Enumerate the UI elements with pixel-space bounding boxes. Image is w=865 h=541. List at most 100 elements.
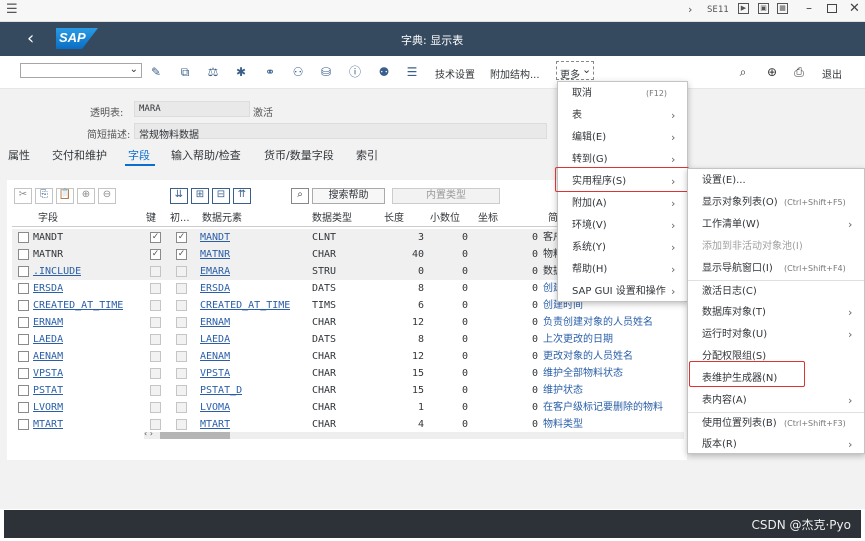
chevron-down-icon[interactable]: ⌄ <box>130 64 138 75</box>
initial-checkbox[interactable] <box>176 385 187 396</box>
row-select[interactable] <box>18 385 29 396</box>
menu-item[interactable]: 帮助(H) › <box>558 259 687 281</box>
key-checkbox[interactable] <box>150 402 161 413</box>
menu-item[interactable]: SAP GUI 设置和操作 › <box>558 281 687 303</box>
column-header-data-element[interactable]: 数据元素 <box>202 210 242 227</box>
menu-item[interactable]: 表 › <box>558 105 687 127</box>
tab-delivery[interactable]: 交付和维护 <box>52 147 107 163</box>
initial-checkbox[interactable] <box>176 368 187 379</box>
key-checkbox[interactable] <box>150 266 161 277</box>
tab-attributes[interactable]: 属性 <box>8 147 30 163</box>
column-header-data-type[interactable]: 数据类型 <box>312 210 352 227</box>
row-select[interactable] <box>18 351 29 362</box>
row-select[interactable] <box>18 402 29 413</box>
command-field[interactable]: ⌄ <box>20 63 142 78</box>
copy-icon[interactable]: ⎘ <box>35 188 53 204</box>
menu-item[interactable]: 环境(V) › <box>558 215 687 237</box>
horizontal-scrollbar[interactable]: ‹ › <box>144 429 684 439</box>
table-row[interactable]: AENAM AENAM CHAR 12 0 0 更改对象的人员姓名 <box>12 348 680 365</box>
search-icon[interactable]: ⌕ <box>735 64 751 80</box>
column-header-length[interactable]: 长度 <box>384 210 404 227</box>
row-select[interactable] <box>18 266 29 277</box>
menu-item[interactable]: 设置(E)... <box>688 170 864 192</box>
search-more-icon[interactable]: ⊕ <box>764 64 780 80</box>
contents-icon[interactable]: ⛁ <box>318 64 334 80</box>
chart-icon[interactable]: ▣ <box>758 3 769 14</box>
initial-checkbox[interactable] <box>176 419 187 430</box>
initial-checkbox[interactable]: ✓ <box>176 232 187 243</box>
tab-index[interactable]: 索引 <box>356 147 378 163</box>
menu-item[interactable]: 版本(R) › <box>688 434 864 456</box>
initial-checkbox[interactable] <box>176 317 187 328</box>
more-button[interactable]: 更多 ⌄ <box>556 61 594 81</box>
print-icon[interactable]: ⎙ <box>791 64 807 80</box>
check-icon[interactable]: ⚖ <box>205 64 221 80</box>
menu-item[interactable]: 数据库对象(T) › <box>688 302 864 324</box>
where-used-icon[interactable]: ⚭ <box>262 64 278 80</box>
menu-item[interactable]: 附加(A) › <box>558 193 687 215</box>
expand-icon[interactable]: ⊞ <box>191 188 209 204</box>
scroll-arrows-icon[interactable]: ‹ › <box>144 429 153 438</box>
key-checkbox[interactable] <box>150 300 161 311</box>
column-header-key[interactable]: 键 <box>146 210 156 227</box>
hierarchy-icon[interactable]: ⚇ <box>290 64 306 80</box>
collapse-icon[interactable]: ⊟ <box>212 188 230 204</box>
paste-icon[interactable]: 📋 <box>56 188 74 204</box>
key-checkbox[interactable] <box>150 283 161 294</box>
maximize-icon[interactable] <box>827 4 837 13</box>
column-header-initial[interactable]: 初... <box>170 210 190 227</box>
scroll-thumb[interactable] <box>160 432 230 439</box>
delete-row-icon[interactable]: ⊖ <box>98 188 116 204</box>
initial-checkbox[interactable] <box>176 266 187 277</box>
table-row[interactable]: PSTAT PSTAT_D CHAR 15 0 0 维护状态 <box>12 382 680 399</box>
edit-display-icon[interactable]: ✎ <box>148 64 164 80</box>
activate-icon[interactable]: ✱ <box>233 64 249 80</box>
search-help-button[interactable]: 搜索帮助 <box>312 188 385 204</box>
menu-item[interactable]: 表内容(A) › <box>688 390 864 412</box>
initial-checkbox[interactable] <box>176 351 187 362</box>
menu-item[interactable]: 编辑(E) › <box>558 127 687 149</box>
exit-button[interactable]: 退出 <box>822 66 842 81</box>
short-desc-field[interactable]: 常规物料数据 <box>134 123 547 141</box>
builtin-type-button[interactable]: 内置类型 <box>392 188 500 204</box>
table-row[interactable]: LAEDA LAEDA DATS 8 0 0 上次更改的日期 <box>12 331 680 348</box>
initial-checkbox[interactable] <box>176 334 187 345</box>
row-select[interactable] <box>18 419 29 430</box>
graphic-icon[interactable]: ⚉ <box>376 64 392 80</box>
table-row[interactable]: MTART MTART CHAR 4 0 0 物料类型 <box>12 416 680 433</box>
table-row[interactable]: ERNAM ERNAM CHAR 12 0 0 负责创建对象的人员姓名 <box>12 314 680 331</box>
move-up-icon[interactable]: ⇈ <box>233 188 251 204</box>
tab-input-help[interactable]: 输入帮助/检查 <box>171 147 241 163</box>
column-header-decimals[interactable]: 小数位 <box>430 210 460 227</box>
tab-currency[interactable]: 货币/数量字段 <box>264 147 334 163</box>
row-select[interactable] <box>18 300 29 311</box>
key-checkbox[interactable] <box>150 334 161 345</box>
info-icon[interactable]: ⓘ <box>347 64 363 80</box>
menu-item[interactable]: 工作清单(W) › <box>688 214 864 236</box>
initial-checkbox[interactable] <box>176 402 187 413</box>
key-checkbox[interactable] <box>150 368 161 379</box>
list-icon[interactable]: ☰ <box>404 64 420 80</box>
menu-item[interactable]: 显示对象列表(O) (Ctrl+Shift+F5) <box>688 192 864 214</box>
row-select[interactable] <box>18 232 29 243</box>
column-header-field[interactable]: 字段 <box>38 210 58 227</box>
cut-icon[interactable]: ✂ <box>14 188 32 204</box>
initial-checkbox[interactable] <box>176 283 187 294</box>
row-select[interactable] <box>18 249 29 260</box>
close-icon[interactable]: ✕ <box>849 1 860 16</box>
layout-icon[interactable]: ▦ <box>777 3 788 14</box>
tech-settings-button[interactable]: 技术设置 <box>435 66 475 81</box>
table-row[interactable]: VPSTA VPSTA CHAR 15 0 0 维护全部物料状态 <box>12 365 680 382</box>
row-select[interactable] <box>18 283 29 294</box>
move-down-icon[interactable]: ⇊ <box>170 188 188 204</box>
initial-checkbox[interactable] <box>176 300 187 311</box>
menu-item[interactable]: 添加到非活动对象池(I) <box>688 236 864 258</box>
menu-item[interactable]: 系统(Y) › <box>558 237 687 259</box>
column-header-coordinate[interactable]: 坐标 <box>478 210 498 227</box>
key-checkbox[interactable]: ✓ <box>150 249 161 260</box>
row-select[interactable] <box>18 334 29 345</box>
search-help-icon[interactable]: ⌕ <box>291 188 309 204</box>
key-checkbox[interactable] <box>150 351 161 362</box>
expand-icon[interactable]: › <box>688 3 692 16</box>
tab-fields[interactable]: 字段 <box>128 147 150 163</box>
